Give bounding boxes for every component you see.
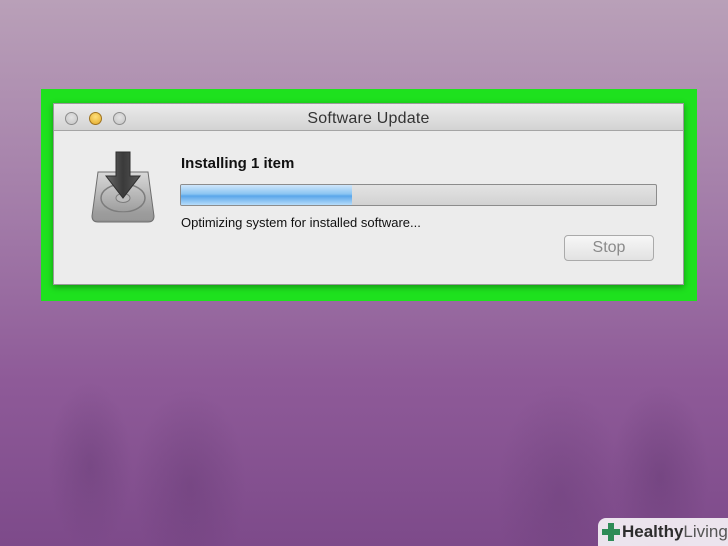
watermark-light: Living [683,522,728,541]
hard-disk-download-icon [91,151,155,223]
plus-cross-icon [602,523,620,541]
install-progress-bar [180,184,657,206]
watermark-bold: Healthy [622,522,684,541]
watermark-text: HealthyLiving [622,522,728,542]
software-update-window: Software Update Installing 1 item Optimi… [53,103,684,285]
stop-button[interactable]: Stop [564,235,654,261]
watermark: HealthyLiving [598,518,728,546]
install-status-text: Optimizing system for installed software… [181,215,421,230]
title-bar[interactable]: Software Update [54,104,683,131]
progress-fill [181,185,352,205]
install-heading: Installing 1 item [181,155,295,172]
window-title: Software Update [307,110,430,127]
